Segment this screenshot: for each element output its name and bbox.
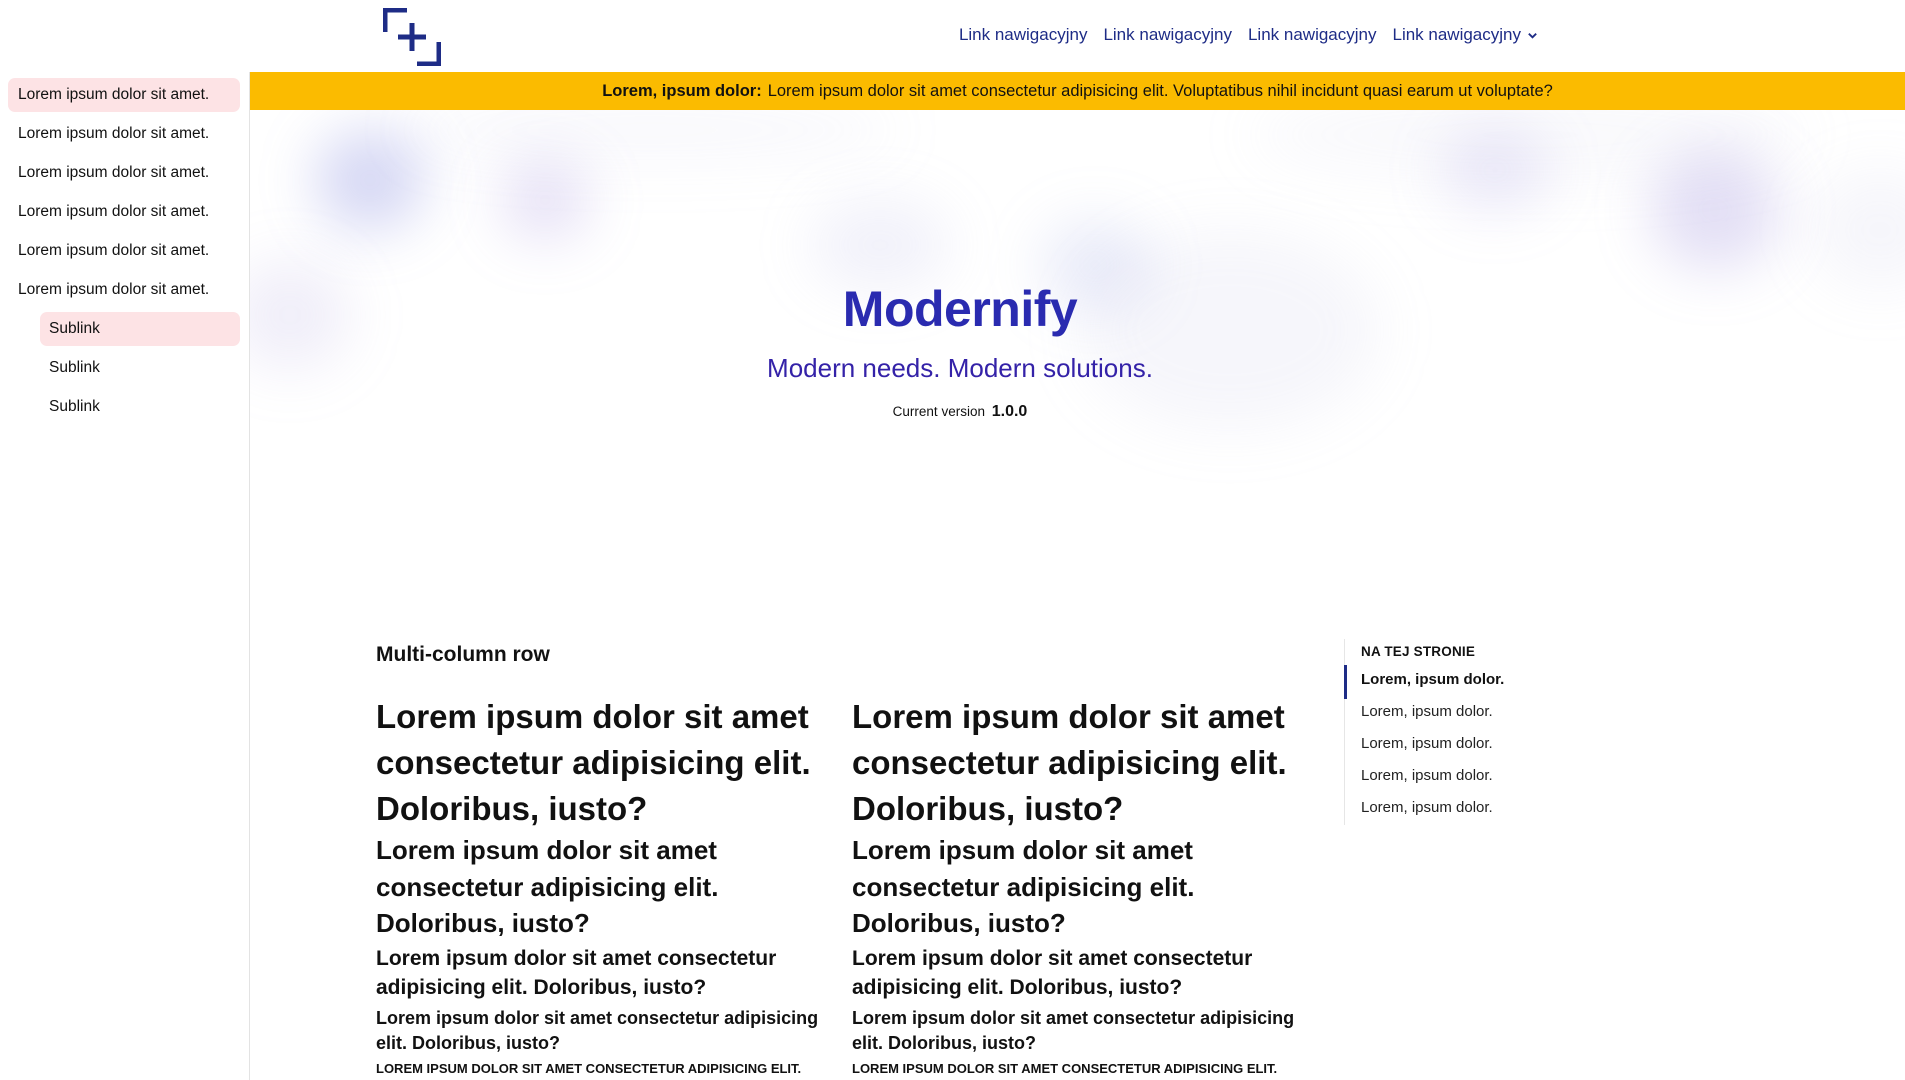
heading-3: Lorem ipsum dolor sit amet consectetur a… [376, 946, 777, 1000]
version-label: Current version [892, 404, 985, 419]
hero-version: Current version 1.0.0 [250, 403, 1670, 421]
sidebar-item-label: Lorem ipsum dolor sit amet. [18, 242, 210, 259]
nav-link-dropdown[interactable]: Link nawigacyjny [1392, 25, 1538, 45]
nav-link-label: Link nawigacyjny [1103, 25, 1232, 44]
sidebar-item-4[interactable]: Lorem ipsum dolor sit amet. [8, 195, 240, 229]
toc-item-5[interactable]: Lorem, ipsum dolor. [1361, 799, 1493, 816]
sidebar-item-label: Lorem ipsum dolor sit amet. [18, 125, 210, 142]
heading-4: Lorem ipsum dolor sit amet consectetur a… [376, 1007, 819, 1053]
nav-link-label: Link nawigacyjny [958, 25, 1088, 44]
heading-2: Lorem ipsum dolor sit amet consectetur a… [852, 835, 1195, 938]
toc-item-1[interactable]: Lorem, ipsum dolor. [1361, 671, 1504, 688]
sidebar-item-1[interactable]: Lorem ipsum dolor sit amet. [8, 78, 240, 112]
sidebar-item-5[interactable]: Lorem ipsum dolor sit amet. [8, 234, 240, 268]
toc-item-4[interactable]: Lorem, ipsum dolor. [1361, 767, 1493, 784]
section-title: Multi-column row [376, 643, 550, 666]
banner-lead: Lorem, ipsum dolor: [602, 81, 762, 100]
chevron-down-icon [1528, 32, 1537, 39]
hero-decoration-blob [315, 130, 425, 230]
sidebar-subitem-3[interactable]: Sublink [40, 390, 240, 424]
version-number: 1.0.0 [991, 403, 1028, 420]
hero-title: Modernify [842, 281, 1078, 337]
hero-decoration-blob [1440, 130, 1550, 210]
nav-link-label: Link nawigacyjny [1247, 25, 1377, 44]
sidebar-item-6[interactable]: Lorem ipsum dolor sit amet. [8, 273, 240, 307]
sidebar-item-label: Lorem ipsum dolor sit amet. [18, 203, 210, 220]
nav-link-1[interactable]: Link nawigacyjny [959, 25, 1088, 45]
hero-decoration-blob [1650, 150, 1780, 270]
toc-item-2[interactable]: Lorem, ipsum dolor. [1361, 703, 1493, 720]
sidebar-item-2[interactable]: Lorem ipsum dolor sit amet. [8, 117, 240, 151]
top-header: Link nawigacyjny Link nawigacyjny Link n… [0, 0, 1905, 72]
nav-link-3[interactable]: Link nawigacyjny [1248, 25, 1377, 45]
nav-link-2[interactable]: Link nawigacyjny [1103, 25, 1232, 45]
banner-text: Lorem ipsum dolor sit amet consectetur a… [767, 81, 1553, 100]
heading-1: Lorem ipsum dolor sit amet consectetur a… [852, 698, 1287, 827]
sidebar-subitem-label: Sublink [49, 320, 100, 337]
toc-item-3[interactable]: Lorem, ipsum dolor. [1361, 735, 1493, 752]
content-column-1: Lorem ipsum dolor sit amet consectetur a… [376, 694, 836, 1078]
sidebar-item-label: Lorem ipsum dolor sit amet. [18, 281, 210, 298]
sidebar-subitem-2[interactable]: Sublink [40, 351, 240, 385]
hero-decoration-blob [1810, 170, 1905, 290]
toc-title: NA TEJ STRONIE [1361, 644, 1476, 659]
hero-decoration-blob [400, 110, 900, 160]
content-column-2: Lorem ipsum dolor sit amet consectetur a… [852, 694, 1312, 1078]
hero-subtitle: Modern needs. Modern solutions. [767, 353, 1153, 383]
heading-3: Lorem ipsum dolor sit amet consectetur a… [852, 946, 1253, 1000]
announcement-banner: Lorem, ipsum dolor: Lorem ipsum dolor si… [250, 72, 1905, 110]
sidebar-subitem-1[interactable]: Sublink [40, 312, 240, 346]
sidebar-item-label: Lorem ipsum dolor sit amet. [18, 164, 210, 181]
main-nav: Link nawigacyjny Link nawigacyjny Link n… [959, 25, 1538, 45]
heading-4: Lorem ipsum dolor sit amet consectetur a… [852, 1007, 1295, 1053]
sidebar-subitem-label: Sublink [49, 398, 100, 415]
hero-section: Modernify Modern needs. Modern solutions… [250, 110, 1905, 530]
sidebar-subitem-label: Sublink [49, 359, 100, 376]
heading-5: Lorem ipsum dolor sit amet consectetur a… [852, 1060, 1278, 1076]
sidebar-item-3[interactable]: Lorem ipsum dolor sit amet. [8, 156, 240, 190]
heading-1: Lorem ipsum dolor sit amet consectetur a… [376, 698, 811, 827]
hero-decoration-blob [810, 200, 950, 290]
heading-5: Lorem ipsum dolor sit amet consectetur a… [376, 1060, 802, 1076]
nav-link-label: Link nawigacyjny [1392, 25, 1521, 44]
heading-2: Lorem ipsum dolor sit amet consectetur a… [376, 835, 719, 938]
sidebar-item-label: Lorem ipsum dolor sit amet. [18, 86, 210, 103]
toc-active-marker [1344, 665, 1347, 699]
modernify-logo-icon[interactable] [383, 8, 441, 66]
sidebar: Lorem ipsum dolor sit amet. Lorem ipsum … [0, 72, 250, 1080]
table-of-contents: NA TEJ STRONIE Lorem, ipsum dolor. Lorem… [1344, 639, 1565, 825]
hero-decoration-blob [500, 160, 590, 240]
